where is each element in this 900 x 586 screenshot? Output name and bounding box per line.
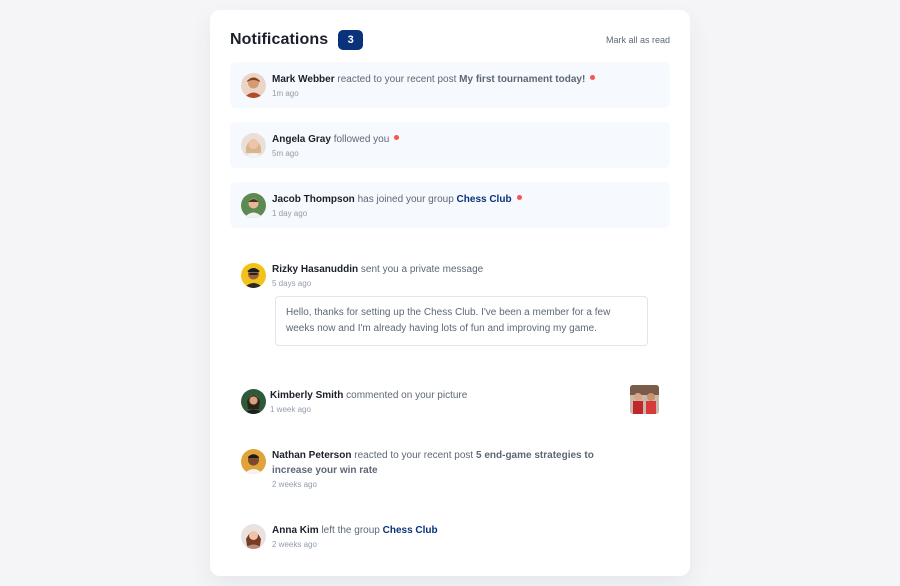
- notification-item[interactable]: Anna Kim left the group Chess Club 2 wee…: [230, 513, 670, 559]
- notifications-header: Notifications 3 Mark all as read: [230, 10, 670, 62]
- notification-group-link[interactable]: Chess Club: [457, 194, 512, 205]
- notification-action: reacted to your recent post: [337, 74, 457, 85]
- notification-time: 2 weeks ago: [272, 480, 317, 489]
- notification-actor[interactable]: Anna Kim: [272, 525, 319, 536]
- notification-action: commented on your picture: [346, 390, 468, 401]
- notification-actor[interactable]: Rizky Hasanuddin: [272, 264, 358, 275]
- notification-text: Kimberly Smith commented on your picture: [270, 388, 630, 403]
- notifications-card: Notifications 3 Mark all as read Mark We…: [210, 10, 690, 576]
- notification-item[interactable]: Kimberly Smith commented on your picture…: [230, 378, 670, 424]
- private-message-preview[interactable]: Hello, thanks for setting up the Chess C…: [275, 296, 648, 346]
- notification-time: 2 weeks ago: [272, 540, 317, 549]
- notification-time: 5 days ago: [272, 279, 312, 288]
- notification-time: 1 week ago: [270, 405, 311, 414]
- notification-item[interactable]: Nathan Peterson reacted to your recent p…: [230, 438, 670, 499]
- avatar-kimberly-smith[interactable]: [241, 389, 266, 414]
- notification-action: followed you: [333, 134, 390, 145]
- notification-actor[interactable]: Jacob Thompson: [272, 194, 355, 205]
- avatar-rizky-hasanuddin[interactable]: [241, 263, 266, 288]
- notification-action: left the group: [321, 525, 380, 536]
- notification-actor[interactable]: Kimberly Smith: [270, 390, 343, 401]
- notification-time: 1 day ago: [272, 209, 308, 218]
- avatar-angela-gray[interactable]: [241, 133, 266, 158]
- notification-text: Angela Gray followed you: [272, 132, 659, 147]
- notification-time: 1m ago: [272, 89, 299, 98]
- notification-action: sent you a private message: [360, 264, 484, 275]
- unread-count-badge: 3: [338, 30, 364, 50]
- notification-item[interactable]: Jacob Thompson has joined your group Che…: [230, 182, 670, 228]
- notification-text: Anna Kim left the group Chess Club: [272, 523, 659, 538]
- notification-item[interactable]: Rizky Hasanuddin sent you a private mess…: [230, 252, 670, 356]
- notification-group-link[interactable]: Chess Club: [383, 525, 438, 536]
- notification-action: has joined your group: [357, 194, 454, 205]
- notification-actor[interactable]: Angela Gray: [272, 134, 331, 145]
- header-title-group: Notifications 3: [230, 30, 364, 50]
- avatar-anna-kim[interactable]: [241, 524, 266, 549]
- avatar-jacob-thompson[interactable]: [241, 193, 266, 218]
- notification-action: reacted to your recent post: [354, 450, 474, 461]
- avatar-mark-webber[interactable]: [241, 73, 266, 98]
- chess-picture-thumbnail[interactable]: [630, 385, 659, 414]
- notification-text: Nathan Peterson reacted to your recent p…: [272, 448, 632, 478]
- unread-dot-icon: [516, 195, 522, 200]
- notification-post-link[interactable]: My first tournament today!: [459, 74, 585, 85]
- notification-time: 5m ago: [272, 149, 299, 158]
- notification-item[interactable]: Mark Webber reacted to your recent post …: [230, 62, 670, 108]
- mark-all-read-button[interactable]: Mark all as read: [606, 35, 670, 45]
- notification-text: Jacob Thompson has joined your group Che…: [272, 192, 659, 207]
- notification-text: Rizky Hasanuddin sent you a private mess…: [272, 262, 659, 277]
- notification-item[interactable]: Angela Gray followed you 5m ago: [230, 122, 670, 168]
- notification-actor[interactable]: Mark Webber: [272, 74, 335, 85]
- unread-dot-icon: [394, 135, 400, 140]
- notification-actor[interactable]: Nathan Peterson: [272, 450, 351, 461]
- unread-dot-icon: [590, 75, 596, 80]
- notification-text: Mark Webber reacted to your recent post …: [272, 72, 659, 87]
- avatar-nathan-peterson[interactable]: [241, 449, 266, 474]
- page-title: Notifications: [230, 31, 329, 48]
